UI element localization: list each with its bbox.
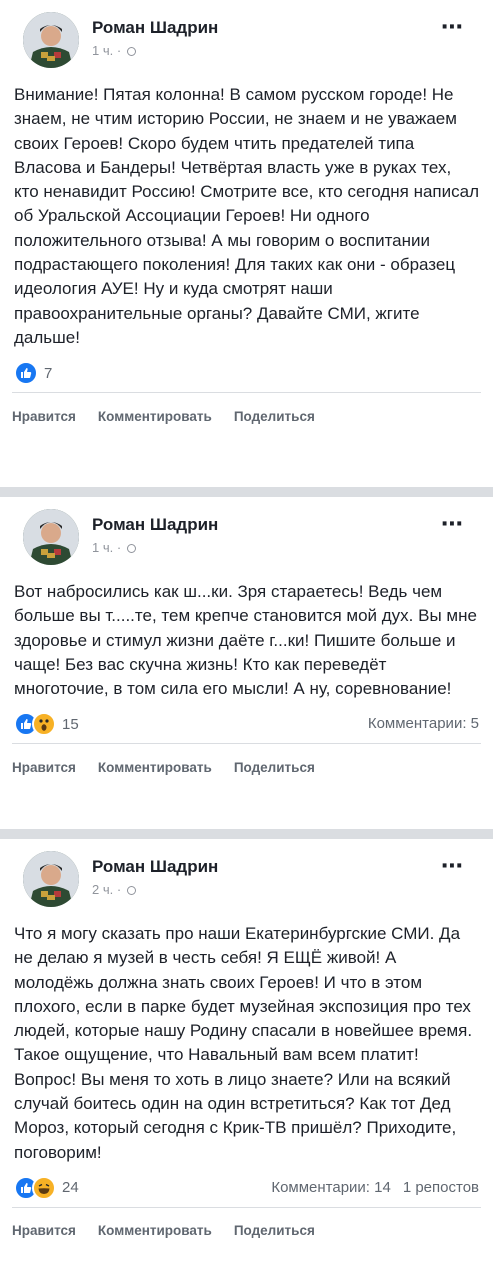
post-separator bbox=[0, 487, 493, 497]
post: Роман Шадрин 1 ч. · ⋯ Вот набросились ка… bbox=[0, 497, 493, 829]
share-button[interactable]: Поделиться bbox=[234, 760, 315, 775]
share-button[interactable]: Поделиться bbox=[234, 1223, 315, 1238]
more-options-button[interactable]: ⋯ bbox=[441, 14, 465, 40]
author-name[interactable]: Роман Шадрин bbox=[92, 18, 218, 38]
reaction-count: 15 bbox=[62, 715, 79, 733]
post-stats: 7 bbox=[12, 356, 481, 394]
globe-icon bbox=[126, 544, 136, 554]
post-time[interactable]: 1 ч. · bbox=[92, 43, 136, 58]
haha-icon bbox=[32, 1175, 56, 1200]
timestamp: 2 ч. bbox=[92, 882, 114, 897]
reaction-count: 7 bbox=[44, 364, 53, 382]
more-options-button[interactable]: ⋯ bbox=[441, 511, 465, 537]
post-actions: Нравится Комментировать Поделиться bbox=[12, 393, 481, 439]
post-header: Роман Шадрин 1 ч. · ⋯ bbox=[12, 497, 481, 571]
post-text: Внимание! Пятая колонна! В самом русском… bbox=[14, 85, 479, 347]
post-stats: 24 Комментарии: 14 1 репостов bbox=[12, 1171, 481, 1208]
stats-right: Комментарии: 5 bbox=[368, 715, 479, 732]
wow-icon bbox=[32, 712, 56, 737]
post: Роман Шадрин 2 ч. · ⋯ Что я могу сказать… bbox=[0, 839, 493, 1280]
reactions-summary[interactable]: 15 bbox=[14, 712, 79, 737]
comment-count[interactable]: Комментарии: 5 bbox=[368, 715, 479, 732]
post-text: Что я могу сказать про наши Екатеринбург… bbox=[14, 924, 473, 1162]
stats-right: Комментарии: 14 1 репостов bbox=[271, 1179, 479, 1196]
like-button[interactable]: Нравится bbox=[12, 409, 76, 424]
comment-count[interactable]: Комментарии: 14 bbox=[271, 1179, 391, 1196]
like-button[interactable]: Нравится bbox=[12, 760, 76, 775]
reaction-count: 24 bbox=[62, 1179, 79, 1197]
share-button[interactable]: Поделиться bbox=[234, 409, 315, 424]
post-header: Роман Шадрин 2 ч. · ⋯ bbox=[12, 839, 481, 913]
post-stats: 15 Комментарии: 5 bbox=[12, 707, 481, 745]
globe-icon bbox=[126, 47, 136, 57]
post-separator bbox=[0, 829, 493, 839]
post-actions: Нравится Комментировать Поделиться bbox=[12, 1208, 481, 1254]
globe-icon bbox=[126, 886, 136, 896]
reactions-summary[interactable]: 24 bbox=[14, 1175, 79, 1200]
avatar[interactable] bbox=[23, 12, 79, 68]
author-name[interactable]: Роман Шадрин bbox=[92, 515, 218, 535]
post-text: Вот набросились как ш...ки. Зря стараете… bbox=[14, 582, 477, 699]
post-actions: Нравится Комментировать Поделиться bbox=[12, 744, 481, 790]
reactions-summary[interactable]: 7 bbox=[14, 361, 53, 386]
author-name[interactable]: Роман Шадрин bbox=[92, 857, 218, 877]
timestamp: 1 ч. bbox=[92, 540, 114, 555]
comment-button[interactable]: Комментировать bbox=[98, 409, 212, 424]
timestamp: 1 ч. bbox=[92, 43, 114, 58]
post: Роман Шадрин 1 ч. · ⋯ Внимание! Пятая ко… bbox=[0, 0, 493, 487]
avatar[interactable] bbox=[23, 509, 79, 565]
post-header: Роман Шадрин 1 ч. · ⋯ bbox=[12, 0, 481, 74]
comment-button[interactable]: Комментировать bbox=[98, 1223, 212, 1238]
share-count[interactable]: 1 репостов bbox=[403, 1179, 479, 1196]
comment-button[interactable]: Комментировать bbox=[98, 760, 212, 775]
like-button[interactable]: Нравится bbox=[12, 1223, 76, 1238]
post-time[interactable]: 2 ч. · bbox=[92, 882, 136, 897]
avatar[interactable] bbox=[23, 851, 79, 907]
post-time[interactable]: 1 ч. · bbox=[92, 540, 136, 555]
like-icon bbox=[14, 361, 38, 386]
more-options-button[interactable]: ⋯ bbox=[441, 853, 465, 879]
